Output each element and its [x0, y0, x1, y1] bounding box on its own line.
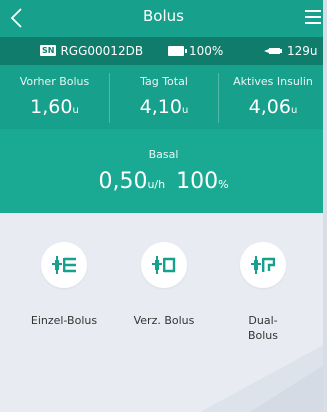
- hamburger-menu-icon[interactable]: [305, 10, 321, 24]
- page-title: Bolus: [143, 7, 184, 25]
- basal-value: 0,50u/h 100%: [98, 169, 229, 194]
- stat-day-total: Tag Total 4,10u: [110, 65, 218, 129]
- stat-previous-bolus: Vorher Bolus 1,60u: [0, 65, 109, 129]
- stats-panel: Vorher Bolus 1,60u Tag Total 4,10u Aktiv…: [0, 65, 327, 129]
- bolus-label: Dual- Bolus: [247, 314, 279, 342]
- top-bar: Bolus: [0, 0, 327, 37]
- device-status-bar: SN RGG00012DB 100% 129u: [0, 37, 327, 65]
- stat-active-insulin: Aktives Insulin 4,06u: [219, 65, 327, 129]
- battery-value: 100%: [189, 44, 224, 58]
- stat-label: Aktives Insulin: [233, 75, 313, 88]
- serial-number: SN RGG00012DB: [40, 43, 144, 58]
- extended-bolus-button[interactable]: Verz. Bolus: [119, 242, 209, 328]
- scroll-edge: [323, 0, 327, 412]
- stat-value: 1,60u: [30, 96, 79, 118]
- syringe-icon: [264, 48, 282, 54]
- stat-label: Vorher Bolus: [19, 75, 90, 88]
- basal-label: Basal: [148, 148, 179, 161]
- dual-bolus-icon: [240, 242, 286, 288]
- basal-panel: Basal 0,50u/h 100%: [0, 129, 327, 213]
- insulin-value: 129u: [287, 44, 318, 58]
- bolus-label: Einzel-Bolus: [30, 314, 98, 327]
- sn-badge: SN: [40, 45, 57, 56]
- bolus-options: Einzel-Bolus Verz. Bolus Dual- Bolus: [0, 213, 327, 412]
- bolus-label: Verz. Bolus: [133, 314, 195, 327]
- normal-bolus-button[interactable]: Einzel-Bolus: [19, 242, 109, 328]
- stat-value: 4,10u: [139, 96, 189, 118]
- dual-bolus-button[interactable]: Dual- Bolus: [218, 242, 308, 343]
- insulin-reservoir: 129u: [264, 44, 318, 58]
- battery-status: 100%: [168, 44, 223, 58]
- serial-value: RGG00012DB: [60, 43, 144, 58]
- stat-value: 4,06u: [248, 96, 298, 118]
- stat-label: Tag Total: [140, 75, 188, 88]
- battery-icon: [168, 46, 187, 56]
- normal-bolus-icon: [41, 242, 87, 288]
- extended-bolus-icon: [141, 242, 187, 288]
